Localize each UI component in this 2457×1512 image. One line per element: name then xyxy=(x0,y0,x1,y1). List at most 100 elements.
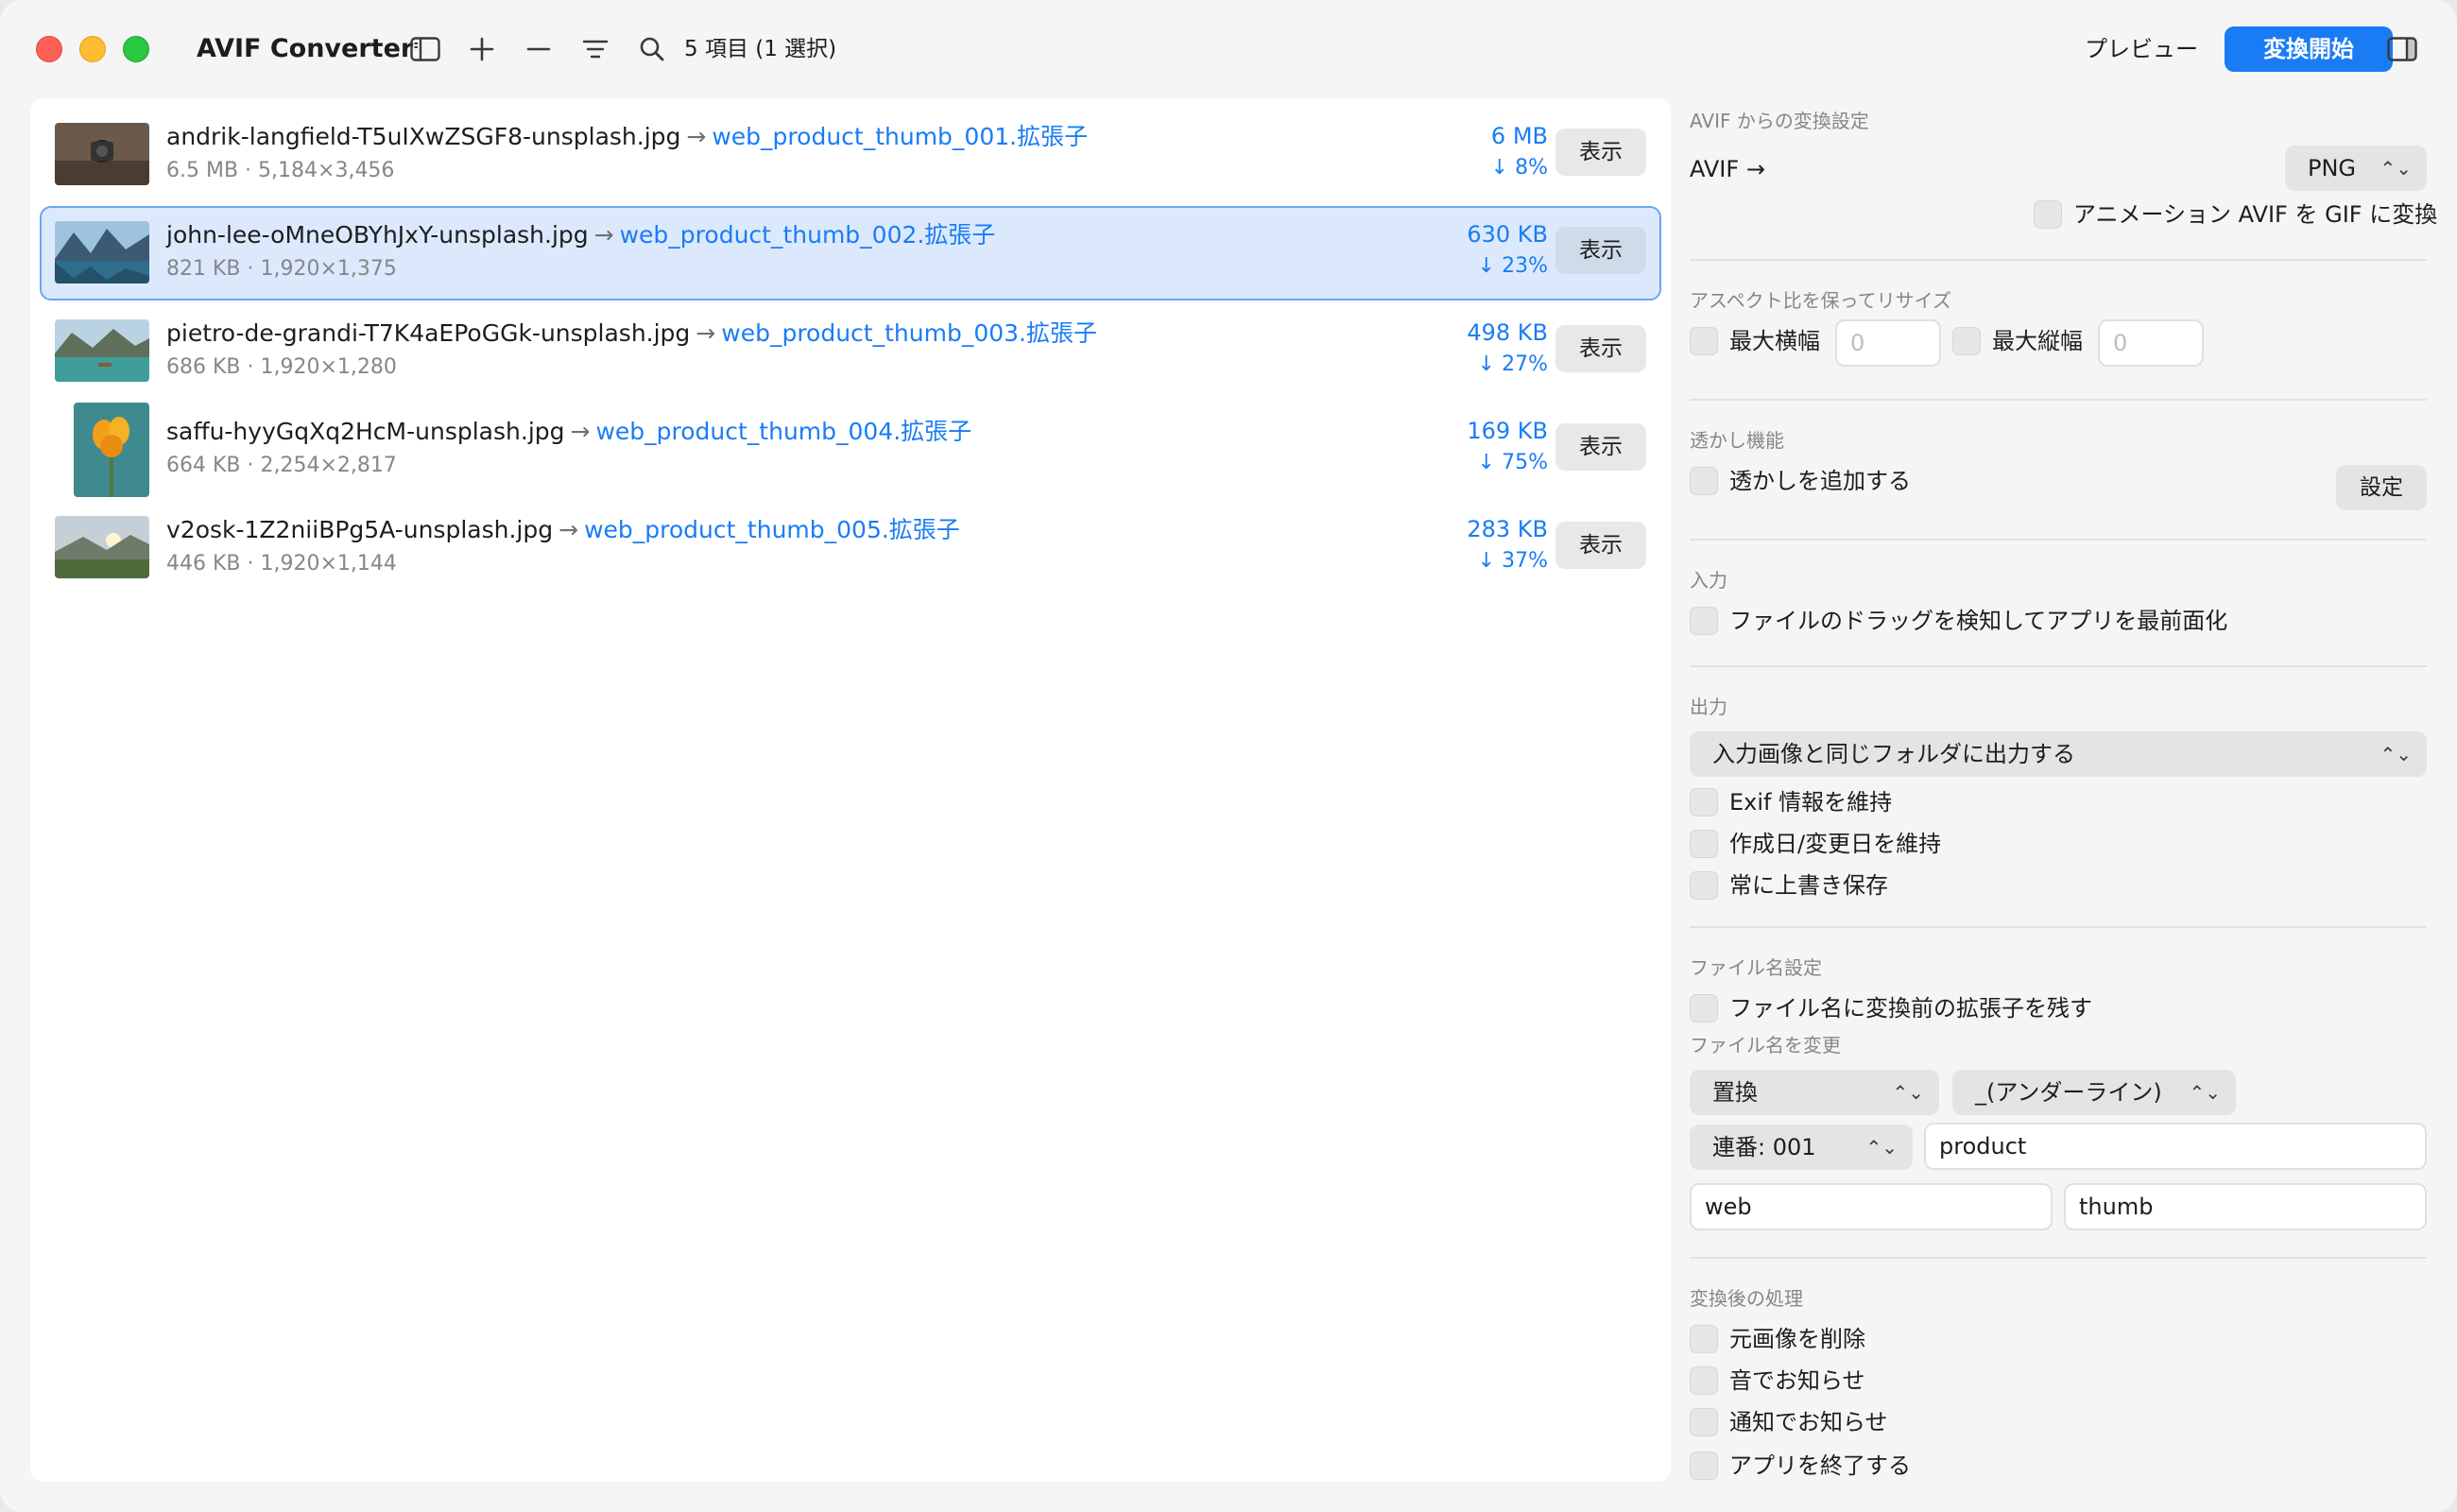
minimize-window-button[interactable] xyxy=(79,36,106,62)
overwrite-checkbox[interactable] xyxy=(1690,871,1718,900)
arrow-right-icon: → xyxy=(593,221,614,249)
file-thumbnail xyxy=(74,403,149,497)
filename-part-thumb[interactable]: thumb xyxy=(2064,1183,2427,1230)
show-button[interactable]: 表示 xyxy=(1555,522,1646,569)
file-thumbnail xyxy=(55,123,149,185)
quit-app-checkbox[interactable] xyxy=(1690,1452,1718,1480)
filter-icon[interactable] xyxy=(575,28,616,70)
output-file-name: web_product_thumb_003.拡張子 xyxy=(721,319,1097,347)
convert-start-button[interactable]: 変換開始 xyxy=(2225,26,2393,72)
notify-label: 通知でお知らせ xyxy=(1729,1409,1888,1435)
quit-app-label: アプリを終了する xyxy=(1729,1452,1911,1479)
overwrite-label: 常に上書き保存 xyxy=(1729,872,1888,899)
sequence-select[interactable]: 連番: 001 ⌃⌄ xyxy=(1690,1125,1913,1170)
file-row[interactable]: v2osk-1Z2niiBPg5A-unsplash.jpg → web_produ… xyxy=(40,501,1661,595)
filename-part-product[interactable]: product xyxy=(1924,1123,2427,1170)
size-reduction: ↓ 75% xyxy=(1477,451,1548,474)
toolbar: AVIF Converter 5 項目 (1 選択) プレビュー 変換開始 xyxy=(0,0,2457,98)
output-format-value: PNG xyxy=(2308,155,2357,181)
source-file-name: pietro-de-grandi-T7K4aEPoGGk-unsplash.jp… xyxy=(166,319,691,347)
remove-file-icon[interactable] xyxy=(518,28,559,70)
settings-panel: AVIF からの変換設定 AVIF → PNG ⌃⌄ アニメーション AVIF を… xyxy=(1690,98,2437,1482)
output-file-name: web_product_thumb_001.拡張子 xyxy=(712,123,1089,150)
size-reduction: ↓ 8% xyxy=(1490,156,1548,180)
arrow-right-icon: → xyxy=(696,319,716,347)
app-title: AVIF Converter xyxy=(197,34,414,63)
watermark-settings-button[interactable]: 設定 xyxy=(2336,465,2427,510)
sidebar-toggle-icon[interactable] xyxy=(404,28,446,70)
zoom-window-button[interactable] xyxy=(123,36,149,62)
show-button[interactable]: 表示 xyxy=(1555,423,1646,471)
section-title-input: 入力 xyxy=(1690,569,1727,592)
output-size: 283 KB xyxy=(1467,516,1548,542)
output-folder-value: 入力画像と同じフォルダに出力する xyxy=(1712,741,2075,767)
selection-count: 5 項目 (1 選択) xyxy=(684,37,837,61)
divider xyxy=(1690,399,2427,401)
divider xyxy=(1690,259,2427,261)
notify-checkbox[interactable] xyxy=(1690,1408,1718,1436)
add-file-icon[interactable] xyxy=(461,28,503,70)
detect-drag-label: ファイルのドラッグを検知してアプリを最前面化 xyxy=(1729,608,2228,634)
file-row[interactable]: pietro-de-grandi-T7K4aEPoGGk-unsplash.jp… xyxy=(40,304,1661,399)
rename-title: ファイル名を変更 xyxy=(1690,1034,1841,1057)
divider xyxy=(1690,926,2427,928)
search-icon[interactable] xyxy=(631,28,673,70)
preview-button[interactable]: プレビュー xyxy=(2075,28,2208,70)
app-window: AVIF Converter 5 項目 (1 選択) プレビュー 変換開始 an… xyxy=(0,0,2457,1512)
section-title-output: 出力 xyxy=(1690,696,1727,718)
file-row[interactable]: saffu-hyyGqXq2HcM-unsplash.jpg → web_produ… xyxy=(40,403,1661,497)
watermark-label: 透かしを追加する xyxy=(1729,468,1911,494)
chevron-updown-icon: ⌃⌄ xyxy=(2189,1081,2221,1104)
max-width-input[interactable]: 0 xyxy=(1835,319,1941,367)
output-folder-select[interactable]: 入力画像と同じフォルダに出力する ⌃⌄ xyxy=(1690,731,2427,777)
keep-exif-checkbox[interactable] xyxy=(1690,788,1718,816)
anim-gif-checkbox[interactable] xyxy=(2034,200,2062,229)
section-title-watermark: 透かし機能 xyxy=(1690,429,1784,452)
section-title-filename: ファイル名設定 xyxy=(1690,956,1822,979)
separator-value: _(アンダーライン) xyxy=(1975,1079,2162,1106)
max-height-input[interactable]: 0 xyxy=(2098,319,2204,367)
file-thumbnail xyxy=(55,516,149,578)
file-meta: 821 KB · 1,920×1,375 xyxy=(166,257,397,281)
detect-drag-checkbox[interactable] xyxy=(1690,607,1718,635)
chevron-updown-icon: ⌃⌄ xyxy=(1892,1081,1924,1104)
watermark-checkbox[interactable] xyxy=(1690,467,1718,495)
show-button[interactable]: 表示 xyxy=(1555,325,1646,372)
show-button[interactable]: 表示 xyxy=(1555,129,1646,176)
output-file-name: web_product_thumb_005.拡張子 xyxy=(584,516,960,543)
delete-original-checkbox[interactable] xyxy=(1690,1325,1718,1353)
chevron-updown-icon: ⌃⌄ xyxy=(2380,157,2412,180)
file-name-line: andrik-langfield-T5uIXwZSGF8-unsplash.jp… xyxy=(166,121,1088,153)
show-button[interactable]: 表示 xyxy=(1555,227,1646,274)
file-name-line: john-lee-oMneOBYhJxY-unsplash.jpg → web_pr… xyxy=(166,219,995,251)
size-reduction: ↓ 27% xyxy=(1477,352,1548,376)
output-size: 169 KB xyxy=(1467,418,1548,444)
rename-mode-select[interactable]: 置換 ⌃⌄ xyxy=(1690,1070,1939,1115)
keep-dates-label: 作成日/変更日を維持 xyxy=(1729,831,1942,857)
filename-part-web[interactable]: web xyxy=(1690,1183,2053,1230)
keep-exif-label: Exif 情報を維持 xyxy=(1729,789,1893,816)
source-format-label: AVIF → xyxy=(1690,156,1765,182)
chevron-updown-icon: ⌃⌄ xyxy=(2380,743,2412,765)
rename-mode-value: 置換 xyxy=(1712,1079,1758,1106)
file-row[interactable]: andrik-langfield-T5uIXwZSGF8-unsplash.jp… xyxy=(40,108,1661,202)
delete-original-label: 元画像を削除 xyxy=(1729,1326,1865,1352)
file-thumbnail xyxy=(55,319,149,382)
sound-checkbox[interactable] xyxy=(1690,1366,1718,1395)
separator-select[interactable]: _(アンダーライン) ⌃⌄ xyxy=(1952,1070,2236,1115)
max-height-checkbox[interactable] xyxy=(1952,327,1981,355)
file-row-selected[interactable]: john-lee-oMneOBYhJxY-unsplash.jpg → web_pr… xyxy=(40,206,1661,301)
file-thumbnail xyxy=(55,221,149,284)
chevron-updown-icon: ⌃⌄ xyxy=(1865,1136,1898,1159)
source-file-name: v2osk-1Z2niiBPg5A-unsplash.jpg xyxy=(166,516,554,543)
source-file-name: john-lee-oMneOBYhJxY-unsplash.jpg xyxy=(166,221,589,249)
output-format-select[interactable]: PNG ⌃⌄ xyxy=(2285,146,2427,191)
keep-dates-checkbox[interactable] xyxy=(1690,830,1718,858)
keep-ext-checkbox[interactable] xyxy=(1690,994,1718,1022)
max-width-checkbox[interactable] xyxy=(1690,327,1718,355)
source-file-name: andrik-langfield-T5uIXwZSGF8-unsplash.jp… xyxy=(166,123,681,150)
close-window-button[interactable] xyxy=(36,36,62,62)
file-name-line: saffu-hyyGqXq2HcM-unsplash.jpg → web_produ… xyxy=(166,416,971,448)
inspector-toggle-icon[interactable] xyxy=(2381,28,2423,70)
file-list: andrik-langfield-T5uIXwZSGF8-unsplash.jp… xyxy=(30,98,1671,1482)
